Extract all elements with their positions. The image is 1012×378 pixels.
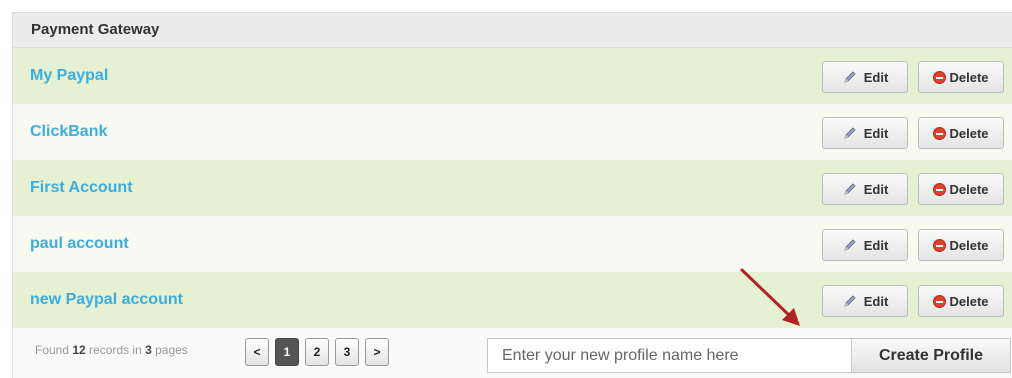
table-footer: Found 12 records in 3 pages < 1 2 3 > Cr… xyxy=(13,328,1012,378)
table-row: ClickBank Edit Delete xyxy=(13,104,1012,160)
table-row: new Paypal account Edit Delete xyxy=(13,272,1012,328)
delete-button[interactable]: Delete xyxy=(918,229,1004,261)
pencil-icon xyxy=(842,237,858,253)
gateway-name-link[interactable]: ClickBank xyxy=(30,123,107,141)
delete-button[interactable]: Delete xyxy=(918,173,1004,205)
pencil-icon xyxy=(842,69,858,85)
minus-circle-icon xyxy=(933,182,947,196)
edit-button[interactable]: Edit xyxy=(822,173,908,205)
edit-button[interactable]: Edit xyxy=(822,117,908,149)
table-row: paul account Edit Delete xyxy=(13,216,1012,272)
delete-label: Delete xyxy=(949,69,989,85)
edit-label: Edit xyxy=(863,237,889,253)
next-page-button[interactable]: > xyxy=(365,338,389,366)
gateway-name-link[interactable]: First Account xyxy=(30,179,133,197)
pages-count: 3 xyxy=(145,343,152,357)
prev-page-button[interactable]: < xyxy=(245,338,269,366)
edit-button[interactable]: Edit xyxy=(822,285,908,317)
page-button-2[interactable]: 2 xyxy=(305,338,329,366)
pagination: < 1 2 3 > xyxy=(245,338,389,366)
minus-circle-icon xyxy=(933,238,947,252)
delete-button[interactable]: Delete xyxy=(918,117,1004,149)
row-actions: Edit Delete xyxy=(822,61,1004,93)
records-count: 12 xyxy=(72,343,86,357)
minus-circle-icon xyxy=(933,70,947,84)
delete-label: Delete xyxy=(949,237,989,253)
edit-button[interactable]: Edit xyxy=(822,229,908,261)
edit-label: Edit xyxy=(863,125,889,141)
table-row: First Account Edit Delete xyxy=(13,160,1012,216)
pencil-icon xyxy=(842,181,858,197)
records-mid: records in xyxy=(85,343,146,357)
row-actions: Edit Delete xyxy=(822,117,1004,149)
table-row: My Paypal Edit Delete xyxy=(13,48,1012,104)
pages-suffix: pages xyxy=(151,343,188,357)
edit-label: Edit xyxy=(863,293,889,309)
payment-gateway-panel: Payment Gateway My Paypal Edit Delete Cl… xyxy=(12,12,1012,378)
delete-label: Delete xyxy=(949,293,989,309)
row-actions: Edit Delete xyxy=(822,229,1004,261)
delete-label: Delete xyxy=(949,181,989,197)
gateway-name-link[interactable]: paul account xyxy=(30,235,129,253)
minus-circle-icon xyxy=(933,294,947,308)
edit-label: Edit xyxy=(863,181,889,197)
page-button-1[interactable]: 1 xyxy=(275,338,299,366)
delete-button[interactable]: Delete xyxy=(918,285,1004,317)
new-profile-name-input[interactable] xyxy=(487,338,851,373)
edit-label: Edit xyxy=(863,69,889,85)
create-profile-button[interactable]: Create Profile xyxy=(851,338,1011,373)
records-summary: Found 12 records in 3 pages xyxy=(35,343,188,357)
gateway-name-link[interactable]: My Paypal xyxy=(30,67,108,85)
gateway-name-link[interactable]: new Paypal account xyxy=(30,291,183,309)
delete-label: Delete xyxy=(949,125,989,141)
minus-circle-icon xyxy=(933,126,947,140)
page-button-3[interactable]: 3 xyxy=(335,338,359,366)
pencil-icon xyxy=(842,293,858,309)
row-actions: Edit Delete xyxy=(822,173,1004,205)
edit-button[interactable]: Edit xyxy=(822,61,908,93)
row-actions: Edit Delete xyxy=(822,285,1004,317)
found-prefix: Found xyxy=(35,343,73,357)
panel-title: Payment Gateway xyxy=(13,13,1012,48)
pencil-icon xyxy=(842,125,858,141)
delete-button[interactable]: Delete xyxy=(918,61,1004,93)
